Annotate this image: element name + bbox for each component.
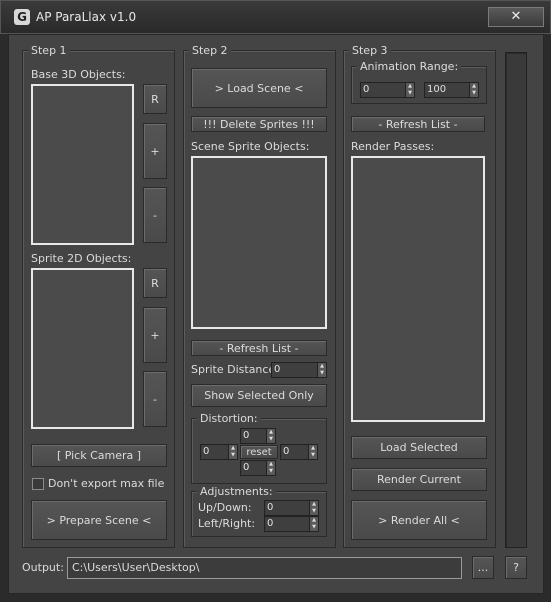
sprite-add-button[interactable]: +	[143, 307, 167, 363]
dont-export-checkbox[interactable]	[32, 478, 44, 490]
sprite-objects-list[interactable]	[31, 268, 134, 429]
render-all-button[interactable]: > Render All <	[351, 500, 487, 540]
sprite-distance-label: Sprite Distance:	[191, 363, 279, 376]
leftright-label: Left/Right:	[198, 517, 256, 530]
app-icon: G	[14, 9, 30, 25]
output-path-field[interactable]: C:\Users\User\Desktop\	[67, 557, 462, 579]
spin-down-icon[interactable]: ▼	[229, 452, 237, 459]
spin-down-icon[interactable]: ▼	[406, 90, 414, 97]
distortion-right-spinner[interactable]: 0 ▲ ▼	[280, 444, 318, 460]
spin-up-icon[interactable]: ▲	[406, 83, 414, 90]
spin-down-icon[interactable]: ▼	[318, 370, 326, 377]
leftright-value: 0	[267, 518, 274, 529]
scene-sprite-objects-list[interactable]	[191, 156, 327, 329]
step2-title: Step 2	[189, 44, 231, 57]
step3-title: Step 3	[349, 44, 391, 57]
spin-down-icon[interactable]: ▼	[267, 436, 275, 443]
progress-bar	[505, 52, 527, 548]
sprite-distance-spinner[interactable]: 0 ▲ ▼	[271, 362, 327, 378]
step1-title: Step 1	[28, 44, 70, 57]
updown-value: 0	[267, 502, 274, 513]
distortion-title: Distortion:	[197, 412, 261, 425]
render-passes-label: Render Passes:	[351, 140, 435, 153]
animation-range-title: Animation Range:	[357, 60, 462, 73]
help-button[interactable]: ?	[505, 556, 527, 579]
delete-sprites-button[interactable]: !!! Delete Sprites !!!	[191, 116, 327, 132]
pick-camera-button[interactable]: [ Pick Camera ]	[31, 444, 167, 467]
load-selected-button[interactable]: Load Selected	[351, 436, 487, 459]
browse-button[interactable]: ...	[472, 556, 494, 579]
spin-up-icon[interactable]: ▲	[309, 445, 317, 452]
spin-down-icon[interactable]: ▼	[267, 468, 275, 475]
adjustments-title: Adjustments:	[197, 485, 276, 498]
base-remove-button[interactable]: -	[143, 187, 167, 243]
spin-up-icon[interactable]: ▲	[318, 363, 326, 370]
output-label: Output:	[22, 561, 64, 574]
range-start-value: 0	[363, 84, 370, 95]
refresh-passes-button[interactable]: - Refresh List -	[351, 116, 485, 132]
spin-up-icon[interactable]: ▲	[310, 517, 318, 524]
spin-down-icon[interactable]: ▼	[470, 90, 478, 97]
spin-up-icon[interactable]: ▲	[267, 461, 275, 468]
prepare-scene-button[interactable]: > Prepare Scene <	[31, 500, 167, 540]
distortion-bottom-spinner[interactable]: 0 ▲ ▼	[240, 460, 276, 476]
range-start-spinner[interactable]: 0 ▲ ▼	[360, 82, 415, 98]
distortion-reset-button[interactable]: reset	[240, 445, 278, 459]
spin-down-icon[interactable]: ▼	[309, 452, 317, 459]
close-button[interactable]: ✕	[488, 7, 544, 27]
distortion-left-value: 0	[203, 446, 210, 457]
scene-sprite-objects-label: Scene Sprite Objects:	[191, 140, 310, 153]
sprite-objects-label: Sprite 2D Objects:	[31, 252, 132, 265]
sprite-r-button[interactable]: R	[143, 268, 167, 298]
distortion-top-spinner[interactable]: 0 ▲ ▼	[240, 428, 276, 444]
refresh-sprites-button[interactable]: - Refresh List -	[191, 340, 327, 356]
range-end-value: 100	[427, 84, 447, 95]
range-end-spinner[interactable]: 100 ▲ ▼	[424, 82, 479, 98]
dont-export-label: Don't export max file	[48, 477, 165, 490]
distortion-top-value: 0	[243, 430, 250, 441]
base-objects-list[interactable]	[31, 84, 134, 245]
base-r-button[interactable]: R	[143, 84, 167, 114]
base-add-button[interactable]: +	[143, 123, 167, 179]
window-title: AP ParaLlax v1.0	[36, 10, 137, 24]
sprite-remove-button[interactable]: -	[143, 371, 167, 427]
distortion-bottom-value: 0	[243, 462, 250, 473]
render-passes-list[interactable]	[351, 156, 485, 422]
sprite-distance-value: 0	[274, 364, 281, 375]
base-objects-label: Base 3D Objects:	[31, 68, 126, 81]
load-scene-button[interactable]: > Load Scene <	[191, 68, 327, 108]
spin-up-icon[interactable]: ▲	[229, 445, 237, 452]
leftright-spinner[interactable]: 0 ▲ ▼	[264, 516, 319, 532]
updown-spinner[interactable]: 0 ▲ ▼	[264, 500, 319, 516]
spin-down-icon[interactable]: ▼	[310, 508, 318, 515]
render-current-button[interactable]: Render Current	[351, 468, 487, 491]
spin-up-icon[interactable]: ▲	[310, 501, 318, 508]
spin-down-icon[interactable]: ▼	[310, 524, 318, 531]
updown-label: Up/Down:	[198, 501, 252, 514]
distortion-right-value: 0	[283, 446, 290, 457]
distortion-left-spinner[interactable]: 0 ▲ ▼	[200, 444, 238, 460]
spin-up-icon[interactable]: ▲	[267, 429, 275, 436]
spin-up-icon[interactable]: ▲	[470, 83, 478, 90]
show-selected-only-button[interactable]: Show Selected Only	[191, 384, 327, 407]
close-icon: ✕	[510, 9, 522, 24]
